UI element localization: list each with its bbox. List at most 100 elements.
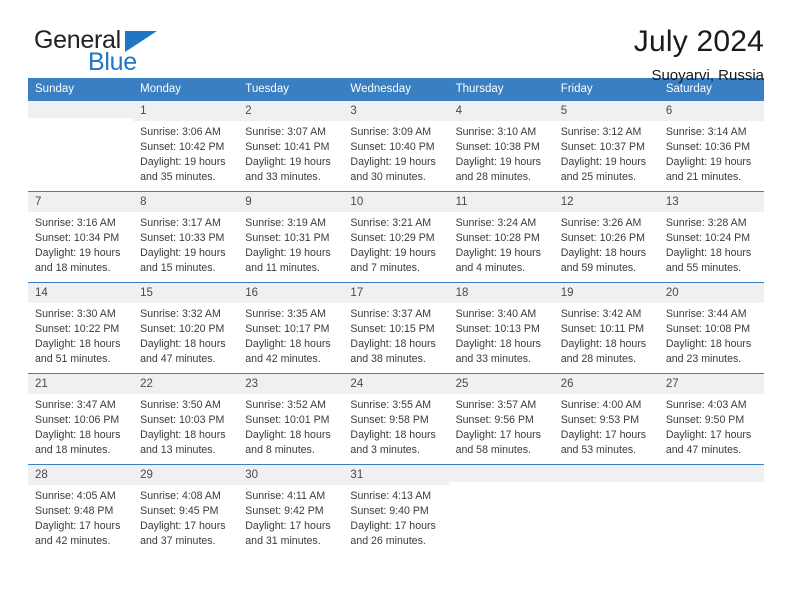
sunset-time: Sunset: 10:38 PM [455, 141, 540, 154]
general-blue-logo[interactable]: General Blue [28, 26, 168, 78]
calendar-day-cell[interactable]: 28 Sunrise: 4:05 AM Sunset: 9:48 PM Dayligh… [28, 464, 134, 555]
sunrise-time: Sunrise: 3:37 AM [350, 308, 432, 321]
calendar-cell-empty [448, 464, 554, 555]
day-details: Sunrise: 4:00 AM Sunset: 9:53 PM Daylight:… [554, 394, 659, 458]
day-number: 22 [133, 374, 239, 395]
sunset-time: Sunset: 9:45 PM [140, 505, 219, 518]
calendar-day-cell[interactable]: 30 Sunrise: 4:11 AM Sunset: 9:42 PM Dayligh… [238, 464, 344, 555]
day-number: 28 [28, 465, 134, 486]
weekday-header-sunday: Sunday [28, 78, 134, 101]
calendar-day-cell[interactable]: 7 Sunrise: 3:16 AM Sunset: 10:34 PM Dayligh… [28, 191, 134, 283]
calendar-day-cell[interactable]: 15 Sunrise: 3:32 AM Sunset: 10:20 PM Daylig… [133, 282, 239, 374]
sunset-time: Sunset: 9:58 PM [350, 414, 429, 427]
calendar-day-cell[interactable]: 13 Sunrise: 3:28 AM Sunset: 10:24 PM Daylig… [658, 191, 764, 283]
day-details: Sunrise: 3:28 AM Sunset: 10:24 PM Daylight… [659, 212, 764, 276]
calendar-day-cell[interactable]: 8 Sunrise: 3:17 AM Sunset: 10:33 PM Dayligh… [133, 191, 239, 283]
calendar-week-row: 1 Sunrise: 3:06 AM Sunset: 10:42 PM Dayligh… [28, 100, 764, 192]
logo-text-blue: Blue [88, 48, 137, 76]
calendar-day-cell[interactable]: 23 Sunrise: 3:52 AM Sunset: 10:01 PM Daylig… [238, 373, 344, 465]
calendar-day-cell[interactable]: 9 Sunrise: 3:19 AM Sunset: 10:31 PM Dayligh… [238, 191, 344, 283]
sunrise-time: Sunrise: 4:05 AM [35, 490, 116, 503]
sunset-time: Sunset: 10:42 PM [140, 141, 225, 154]
sunset-time: Sunset: 10:28 PM [455, 232, 540, 245]
calendar-day-cell[interactable]: 24 Sunrise: 3:55 AM Sunset: 9:58 PM Dayligh… [343, 373, 449, 465]
calendar-week-row: 7 Sunrise: 3:16 AM Sunset: 10:34 PM Dayligh… [28, 191, 764, 283]
day-number [28, 101, 134, 118]
sunrise-time: Sunrise: 4:13 AM [350, 490, 432, 503]
sunrise-time: Sunrise: 3:14 AM [665, 126, 747, 139]
day-details: Sunrise: 3:47 AM Sunset: 10:06 PM Daylight… [28, 394, 133, 458]
calendar-day-cell[interactable]: 3 Sunrise: 3:09 AM Sunset: 10:40 PM Dayligh… [343, 100, 449, 192]
calendar-day-cell[interactable]: 14 Sunrise: 3:30 AM Sunset: 10:22 PM Daylig… [28, 282, 134, 374]
day-details: Sunrise: 3:24 AM Sunset: 10:28 PM Daylight… [449, 212, 554, 276]
calendar-day-cell[interactable]: 18 Sunrise: 3:40 AM Sunset: 10:13 PM Daylig… [448, 282, 554, 374]
day-number: 11 [448, 192, 554, 213]
calendar-day-cell[interactable]: 5 Sunrise: 3:12 AM Sunset: 10:37 PM Dayligh… [553, 100, 659, 192]
daylight-duration-line2: and 3 minutes. [350, 444, 420, 457]
day-number: 12 [553, 192, 659, 213]
daylight-duration-line2: and 37 minutes. [140, 535, 216, 548]
weekday-header-monday: Monday [133, 78, 239, 101]
daylight-duration-line2: and 33 minutes. [455, 353, 531, 366]
day-number: 24 [343, 374, 449, 395]
day-number: 5 [553, 101, 659, 122]
calendar-day-cell[interactable]: 31 Sunrise: 4:13 AM Sunset: 9:40 PM Dayligh… [343, 464, 449, 555]
calendar-day-cell[interactable]: 11 Sunrise: 3:24 AM Sunset: 10:28 PM Daylig… [448, 191, 554, 283]
day-number: 31 [343, 465, 449, 486]
daylight-duration-line2: and 28 minutes. [455, 171, 531, 184]
sunrise-time: Sunrise: 3:44 AM [665, 308, 747, 321]
calendar-day-cell[interactable]: 1 Sunrise: 3:06 AM Sunset: 10:42 PM Dayligh… [133, 100, 239, 192]
calendar-day-cell[interactable]: 19 Sunrise: 3:42 AM Sunset: 10:11 PM Daylig… [553, 282, 659, 374]
page-title: July 2024 [633, 25, 764, 58]
calendar-day-cell[interactable]: 16 Sunrise: 3:35 AM Sunset: 10:17 PM Daylig… [238, 282, 344, 374]
calendar-day-cell[interactable]: 29 Sunrise: 4:08 AM Sunset: 9:45 PM Dayligh… [133, 464, 239, 555]
day-number: 2 [238, 101, 344, 122]
daylight-duration-line1: Daylight: 18 hours [140, 338, 226, 351]
day-details: Sunrise: 3:09 AM Sunset: 10:40 PM Daylight… [343, 121, 448, 185]
daylight-duration-line2: and 51 minutes. [35, 353, 111, 366]
sunset-time: Sunset: 9:56 PM [455, 414, 534, 427]
sunrise-time: Sunrise: 4:03 AM [665, 399, 747, 412]
calendar-day-cell[interactable]: 25 Sunrise: 3:57 AM Sunset: 9:56 PM Dayligh… [448, 373, 554, 465]
title-block: July 2024 Suoyarvi, Russia [634, 26, 764, 84]
daylight-duration-line2: and 42 minutes. [245, 353, 321, 366]
sunset-time: Sunset: 10:06 PM [35, 414, 120, 427]
daylight-duration-line1: Daylight: 19 hours [140, 247, 226, 260]
sunset-time: Sunset: 10:17 PM [245, 323, 330, 336]
day-number: 4 [448, 101, 554, 122]
calendar-day-cell[interactable]: 10 Sunrise: 3:21 AM Sunset: 10:29 PM Daylig… [343, 191, 449, 283]
calendar-day-cell[interactable]: 4 Sunrise: 3:10 AM Sunset: 10:38 PM Dayligh… [448, 100, 554, 192]
day-details: Sunrise: 3:14 AM Sunset: 10:36 PM Daylight… [659, 121, 764, 185]
day-number: 18 [448, 283, 554, 304]
day-number: 16 [238, 283, 344, 304]
calendar-day-cell[interactable]: 17 Sunrise: 3:37 AM Sunset: 10:15 PM Daylig… [343, 282, 449, 374]
calendar-day-cell[interactable]: 2 Sunrise: 3:07 AM Sunset: 10:41 PM Dayligh… [238, 100, 344, 192]
sunrise-time: Sunrise: 3:30 AM [35, 308, 116, 321]
day-number: 29 [133, 465, 239, 486]
daylight-duration-line1: Daylight: 18 hours [245, 429, 331, 442]
calendar-day-cell[interactable]: 21 Sunrise: 3:47 AM Sunset: 10:06 PM Daylig… [28, 373, 134, 465]
daylight-duration-line1: Daylight: 17 hours [665, 429, 752, 442]
calendar-day-cell[interactable]: 27 Sunrise: 4:03 AM Sunset: 9:50 PM Dayligh… [658, 373, 764, 465]
page-header: General Blue July 2024 Suoyarvi, Russia [28, 0, 764, 83]
day-details: Sunrise: 3:44 AM Sunset: 10:08 PM Daylight… [659, 303, 764, 367]
calendar-day-cell[interactable]: 12 Sunrise: 3:26 AM Sunset: 10:26 PM Daylig… [553, 191, 659, 283]
calendar-day-cell[interactable]: 6 Sunrise: 3:14 AM Sunset: 10:36 PM Dayligh… [658, 100, 764, 192]
calendar-day-cell[interactable]: 22 Sunrise: 3:50 AM Sunset: 10:03 PM Daylig… [133, 373, 239, 465]
sunrise-time: Sunrise: 3:26 AM [560, 217, 642, 230]
calendar-cell-empty [28, 100, 134, 192]
day-number: 13 [658, 192, 764, 213]
sunrise-time: Sunrise: 3:17 AM [140, 217, 221, 230]
day-number: 26 [553, 374, 659, 395]
day-number: 27 [658, 374, 764, 395]
sunrise-time: Sunrise: 3:24 AM [455, 217, 537, 230]
daylight-duration-line1: Daylight: 18 hours [350, 338, 436, 351]
day-number [658, 465, 764, 482]
daylight-duration-line1: Daylight: 19 hours [665, 156, 752, 169]
day-number: 30 [238, 465, 344, 486]
sunrise-time: Sunrise: 3:52 AM [245, 399, 326, 412]
day-number: 15 [133, 283, 239, 304]
calendar-day-cell[interactable]: 26 Sunrise: 4:00 AM Sunset: 9:53 PM Dayligh… [553, 373, 659, 465]
daylight-duration-line1: Daylight: 19 hours [560, 156, 647, 169]
calendar-day-cell[interactable]: 20 Sunrise: 3:44 AM Sunset: 10:08 PM Daylig… [658, 282, 764, 374]
